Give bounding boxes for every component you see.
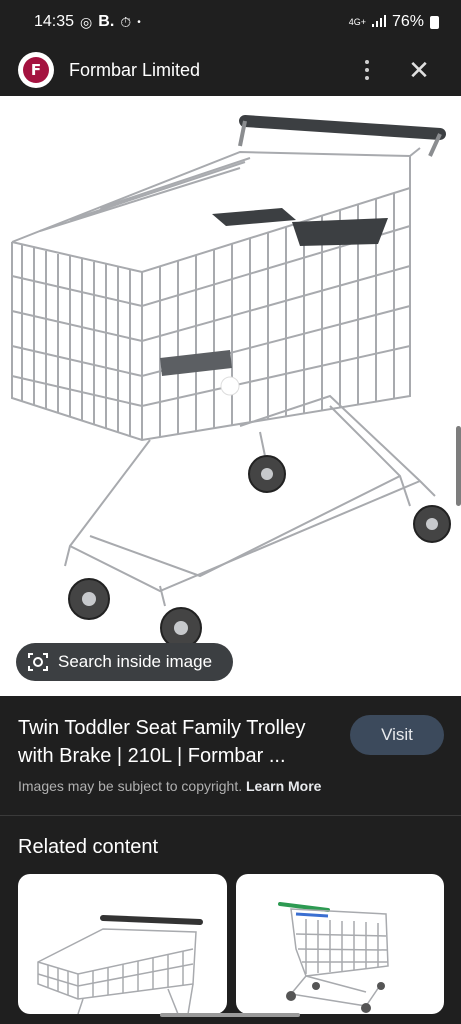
site-name[interactable]: Formbar Limited [69, 60, 200, 81]
copyright-text: Images may be subject to copyright. [18, 778, 243, 794]
visit-button[interactable]: Visit [350, 715, 444, 755]
more-options-button[interactable] [357, 56, 377, 84]
b-app-icon: B. [98, 13, 115, 30]
result-info: Twin Toddler Seat Family Trolley with Br… [0, 696, 461, 816]
site-logo[interactable]: F [18, 52, 54, 88]
more-vert-icon [365, 60, 369, 64]
scrollbar[interactable] [456, 426, 461, 506]
shopping-trolley-image [11, 115, 451, 649]
status-bar: 14:35 ◎ B. ⏱ • 4G+ 76% [0, 0, 461, 44]
close-button[interactable]: ✕ [405, 56, 433, 84]
related-content-title: Related content [18, 836, 159, 858]
related-card[interactable] [236, 874, 444, 1014]
status-time: 14:35 [34, 13, 75, 30]
battery-icon [430, 15, 439, 29]
search-inside-image-button[interactable]: Search inside image [16, 643, 233, 681]
whatsapp-icon: ◎ [80, 13, 93, 30]
wheel [68, 455, 451, 649]
network-label: 4G+ [348, 17, 366, 27]
related-trolley-image [278, 902, 389, 1013]
dot-icon: • [137, 16, 141, 28]
search-inside-image-label: Search inside image [58, 652, 213, 671]
lens-icon [26, 650, 50, 674]
gesture-nav-bar[interactable] [160, 1013, 300, 1017]
close-icon: ✕ [408, 55, 430, 85]
alarm-icon: ⏱ [120, 13, 132, 30]
related-trolley-image [37, 915, 203, 1014]
app-header: F Formbar Limited ✕ [0, 44, 461, 96]
main-image[interactable]: Search inside image [0, 96, 461, 696]
result-title[interactable]: Twin Toddler Seat Family Trolley with Br… [18, 714, 340, 770]
related-content: Related content [0, 816, 461, 1024]
copyright-notice: Images may be subject to copyright. Lear… [18, 778, 321, 794]
related-card[interactable] [18, 874, 227, 1014]
battery-percent: 76% [391, 13, 424, 30]
formbar-logo-icon: F [23, 57, 49, 83]
learn-more-link[interactable]: Learn More [246, 778, 321, 794]
signal-icon [371, 14, 386, 30]
